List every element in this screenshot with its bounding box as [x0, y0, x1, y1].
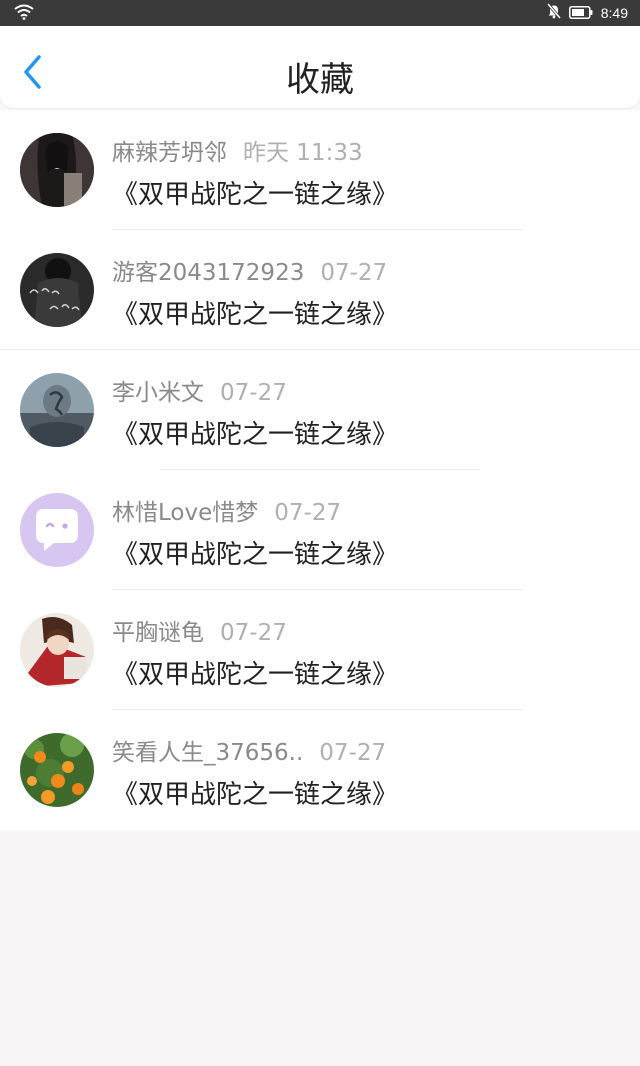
user-name[interactable]: 游客2043172923 [112, 260, 304, 286]
work-title[interactable]: 《双甲战陀之一链之缘》 [112, 294, 398, 331]
silent-bell-icon [546, 3, 561, 23]
work-title[interactable]: 《双甲战陀之一链之缘》 [112, 534, 398, 571]
user-name[interactable]: 笑看人生_37656.. [112, 740, 303, 766]
user-name[interactable]: 麻辣芳坍邻 [112, 140, 227, 166]
favorite-item[interactable]: 李小米文 07-27 《双甲战陀之一链之缘》 [0, 350, 640, 470]
favorite-meta: 笑看人生_37656.. 07-27 [112, 733, 386, 767]
page-title: 收藏 [286, 60, 354, 100]
work-title[interactable]: 《双甲战陀之一链之缘》 [112, 774, 398, 811]
user-avatar[interactable] [20, 253, 94, 327]
user-avatar[interactable] [20, 373, 94, 447]
favorite-date: 07-27 [220, 620, 287, 646]
favorite-date: 昨天 11:33 [243, 140, 363, 166]
user-avatar[interactable] [20, 613, 94, 687]
favorite-item[interactable]: 笑看人生_37656.. 07-27 《双甲战陀之一链之缘》 [0, 710, 640, 830]
favorites-list: 麻辣芳坍邻 昨天 11:33 《双甲战陀之一链之缘》 游客2043172923 07… [0, 110, 640, 830]
user-avatar[interactable] [20, 733, 94, 807]
favorite-item[interactable]: 林惜Love惜梦 07-27 《双甲战陀之一链之缘》 [0, 470, 640, 590]
user-name[interactable]: 平胸谜龟 [112, 620, 204, 646]
favorite-date: 07-27 [274, 500, 342, 526]
header-bar: 收藏 [0, 26, 640, 108]
favorite-meta: 林惜Love惜梦 07-27 [112, 493, 341, 527]
favorite-meta: 游客2043172923 07-27 [112, 253, 387, 287]
favorite-meta: 麻辣芳坍邻 昨天 11:33 [112, 133, 363, 167]
user-name[interactable]: 李小米文 [112, 380, 204, 406]
favorite-item[interactable]: 平胸谜龟 07-27 《双甲战陀之一链之缘》 [0, 590, 640, 710]
favorite-meta: 李小米文 07-27 [112, 373, 287, 407]
favorite-meta: 平胸谜龟 07-27 [112, 613, 287, 647]
favorite-item[interactable]: 麻辣芳坍邻 昨天 11:33 《双甲战陀之一链之缘》 [0, 110, 640, 230]
battery-icon [568, 4, 593, 23]
favorite-date: 07-27 [320, 260, 388, 286]
user-name[interactable]: 林惜Love惜梦 [112, 500, 258, 526]
user-avatar[interactable] [20, 493, 94, 567]
favorite-date: 07-27 [220, 380, 287, 406]
work-title[interactable]: 《双甲战陀之一链之缘》 [112, 174, 398, 211]
favorite-date: 07-27 [319, 740, 387, 766]
status-bar: 8:49 [0, 0, 640, 26]
work-title[interactable]: 《双甲战陀之一链之缘》 [112, 654, 398, 691]
favorite-item[interactable]: 游客2043172923 07-27 《双甲战陀之一链之缘》 [0, 230, 640, 350]
clock-time: 8:49 [600, 5, 628, 21]
work-title[interactable]: 《双甲战陀之一链之缘》 [112, 414, 398, 451]
wifi-icon [14, 4, 34, 20]
user-avatar[interactable] [20, 133, 94, 207]
